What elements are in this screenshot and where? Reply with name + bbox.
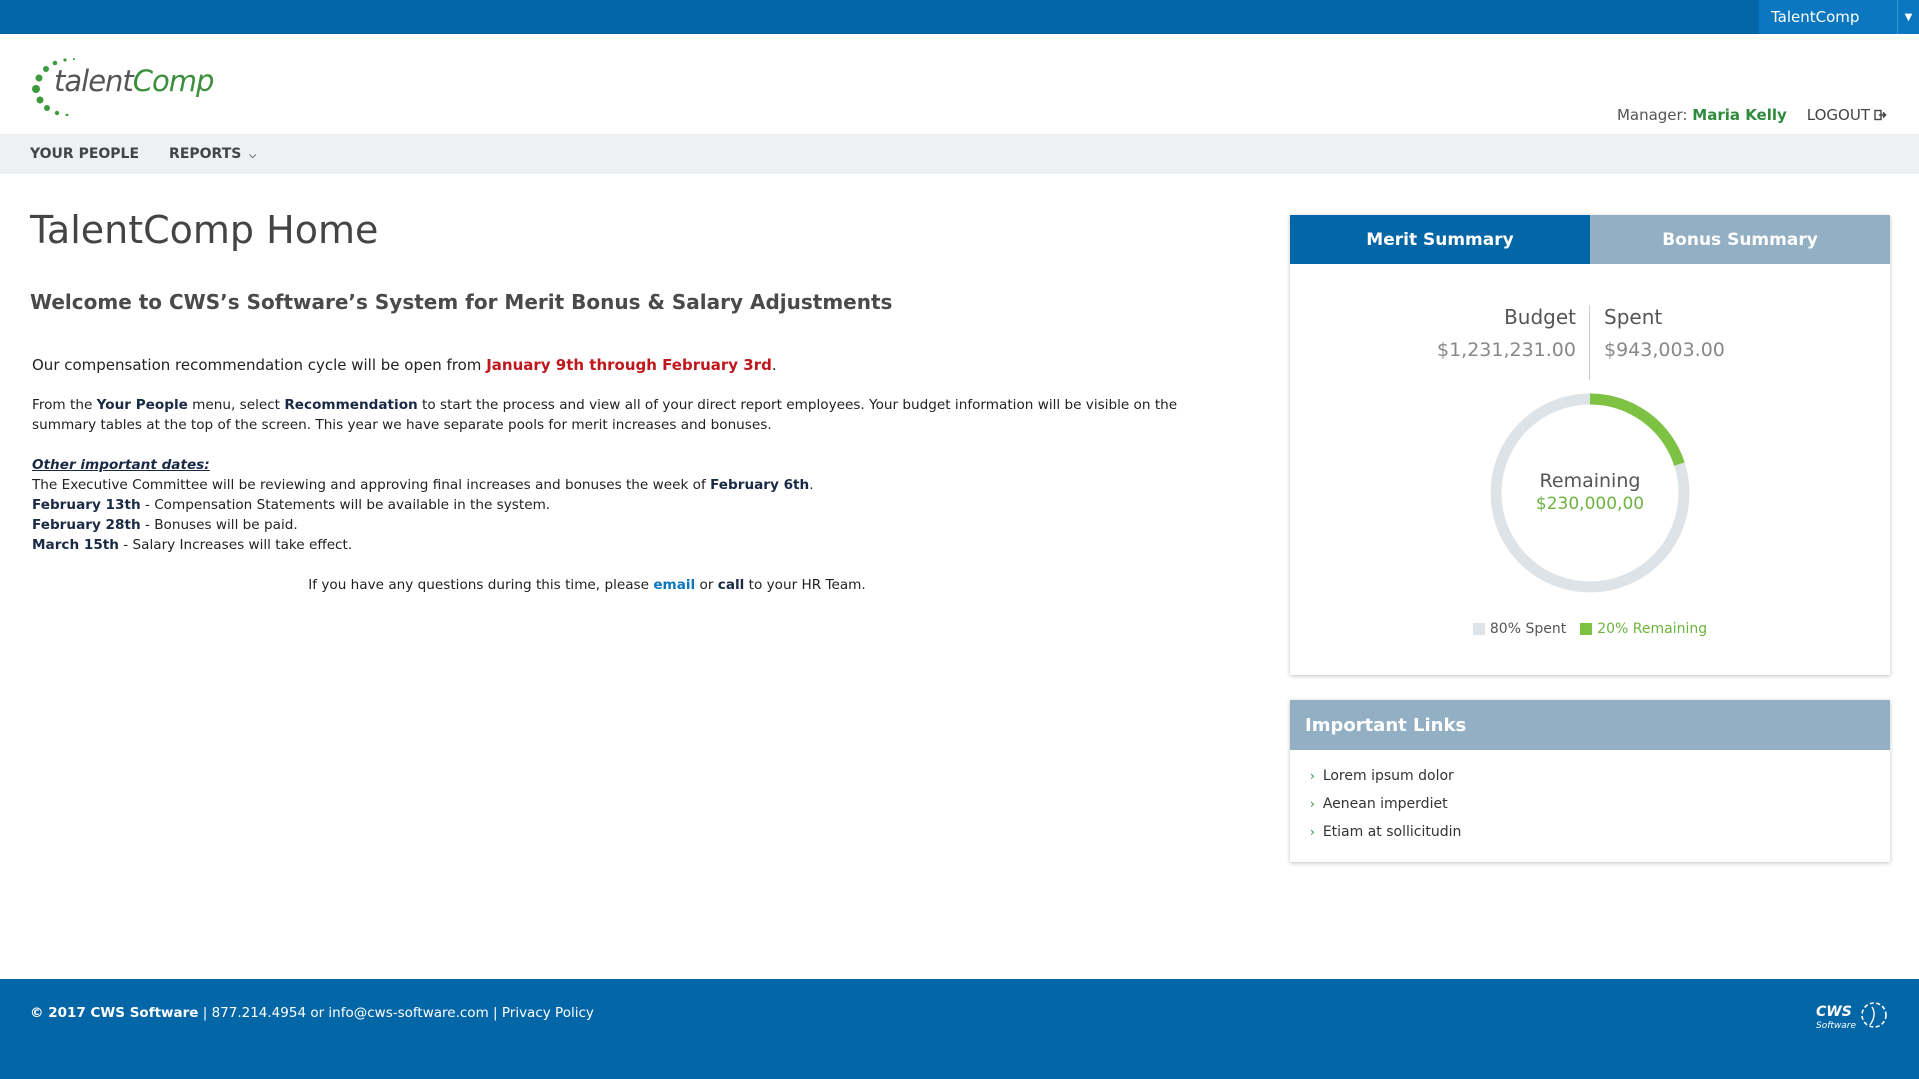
header-user-area: Manager: Maria Kelly LOGOUT [1617, 106, 1887, 124]
instr-your-people: Your People [96, 397, 188, 413]
donut-center-text: Remaining $230,000,00 [1489, 470, 1691, 514]
call-link[interactable]: call [718, 577, 745, 593]
dates-title: Other important dates: [32, 457, 210, 473]
date-2-text: - Bonuses will be paid. [140, 517, 298, 533]
summary-tabs: Merit Summary Bonus Summary [1290, 215, 1890, 264]
questions-suffix: to your HR Team. [744, 577, 866, 593]
header: talentComp Manager: Maria Kelly LOGOUT [0, 34, 1919, 134]
questions-or: or [695, 577, 718, 593]
questions-prefix: If you have any questions during this ti… [308, 577, 654, 593]
caret-down-icon[interactable]: ▼ [1897, 0, 1919, 34]
budget-block: Budget $1,231,231.00 [1437, 305, 1576, 361]
spent-value: $943,003.00 [1604, 339, 1725, 361]
date-3: March 15th [32, 537, 119, 553]
welcome-heading: Welcome to CWS’s Software’s System for M… [30, 290, 893, 314]
link-item[interactable]: › Aenean imperdiet [1310, 790, 1890, 818]
footer-logo-subtext: Software [1816, 1021, 1856, 1031]
footer-copyright: © 2017 CWS Software [30, 1005, 199, 1021]
tab-bonus-summary[interactable]: Bonus Summary [1590, 215, 1890, 264]
link-item-label: Aenean imperdiet [1322, 796, 1448, 812]
legend-spent: 80% Spent [1472, 621, 1567, 637]
date-2: February 28th [32, 517, 141, 533]
cycle-dates: January 9th through February 3rd [486, 356, 772, 374]
manager-name[interactable]: Maria Kelly [1692, 106, 1787, 124]
legend-remaining-label: 20% Remaining [1597, 621, 1708, 637]
logo-text-part1: talent [54, 64, 134, 98]
chevron-right-icon: › [1310, 825, 1315, 839]
important-dates: Other important dates: The Executive Com… [32, 455, 1182, 555]
date-line-1: February 13th - Compensation Statements … [32, 495, 1182, 515]
email-link[interactable]: email [653, 577, 695, 593]
footer: © 2017 CWS Software | 877.214.4954 or in… [0, 979, 1919, 1079]
date-3-text: - Salary Increases will take effect. [118, 537, 353, 553]
logout-button[interactable]: LOGOUT [1807, 106, 1887, 124]
footer-logo-text: CWS [1816, 1004, 1852, 1020]
chevron-right-icon: › [1310, 769, 1315, 783]
footer-text: © 2017 CWS Software | 877.214.4954 or in… [30, 1005, 594, 1021]
logo-text-part2: Comp [132, 64, 215, 98]
manager-info: Manager: Maria Kelly [1617, 106, 1787, 124]
intro-content: Our compensation recommendation cycle wi… [32, 355, 1182, 595]
instr-part2: menu, select [187, 397, 285, 413]
budget-divider [1589, 305, 1590, 380]
legend-spent-swatch [1472, 623, 1485, 635]
app-switcher[interactable]: TalentComp ▼ [1759, 0, 1919, 34]
important-links-card: Important Links › Lorem ipsum dolor › Ae… [1290, 700, 1890, 862]
top-bar: TalentComp ▼ [0, 0, 1919, 34]
link-item[interactable]: › Etiam at sollicitudin [1310, 818, 1890, 846]
legend-remaining-swatch [1580, 623, 1593, 635]
page-title: TalentComp Home [30, 208, 379, 252]
cws-software-logo-icon[interactable]: CWS Software [1814, 999, 1889, 1034]
footer-separator: | [198, 1005, 212, 1021]
remaining-label: Remaining [1539, 470, 1641, 492]
spent-label: Spent [1604, 305, 1663, 329]
cycle-text: Our compensation recommendation cycle wi… [32, 355, 1182, 375]
footer-separator: | [488, 1005, 502, 1021]
logo-wordmark[interactable]: talentComp [54, 64, 215, 98]
chevron-right-icon: › [1310, 797, 1315, 811]
instr-recommendation: Recommendation [284, 397, 418, 413]
footer-contact[interactable]: 877.214.4954 or info@cws-software.com [212, 1005, 489, 1021]
date-1-text: - Compensation Statements will be availa… [140, 497, 551, 513]
privacy-policy-link[interactable]: Privacy Policy [502, 1005, 594, 1021]
date-line-3: March 15th - Salary Increases will take … [32, 535, 1182, 555]
date-line-2: February 28th - Bonuses will be paid. [32, 515, 1182, 535]
important-links-list: › Lorem ipsum dolor › Aenean imperdiet ›… [1290, 750, 1890, 846]
link-item-label: Etiam at sollicitudin [1322, 824, 1462, 840]
summary-card: Merit Summary Bonus Summary Budget $1,23… [1290, 215, 1890, 675]
logout-label: LOGOUT [1806, 106, 1870, 124]
cycle-prefix: Our compensation recommendation cycle wi… [32, 356, 487, 374]
nav-item-reports[interactable]: REPORTS ⌵ [169, 146, 256, 162]
budget-label: Budget [1504, 305, 1576, 329]
spent-block: Spent $943,003.00 [1604, 305, 1725, 361]
budget-value: $1,231,231.00 [1436, 339, 1576, 361]
main-nav: YOUR PEOPLE REPORTS ⌵ [0, 134, 1919, 174]
nav-item-reports-label: REPORTS [169, 146, 242, 162]
donut-legend: 80% Spent 20% Remaining [1290, 621, 1890, 637]
legend-spent-label: 80% Spent [1489, 621, 1567, 637]
exec-suffix: . [809, 477, 814, 493]
nav-item-your-people[interactable]: YOUR PEOPLE [30, 146, 139, 162]
link-item-label: Lorem ipsum dolor [1322, 768, 1454, 784]
chevron-down-icon: ⌵ [249, 151, 257, 161]
cycle-suffix: . [771, 356, 777, 374]
exec-text: The Executive Committee will be reviewin… [32, 477, 711, 493]
date-1: February 13th [32, 497, 141, 513]
logout-icon [1874, 109, 1887, 121]
remaining-value: $230,000,00 [1535, 494, 1645, 514]
questions-line: If you have any questions during this ti… [32, 575, 1142, 595]
manager-label: Manager: [1616, 106, 1688, 124]
exec-committee-line: The Executive Committee will be reviewin… [32, 475, 1182, 495]
link-item[interactable]: › Lorem ipsum dolor [1310, 762, 1890, 790]
important-links-title: Important Links [1290, 700, 1890, 750]
exec-date: February 6th [710, 477, 810, 493]
tab-merit-summary[interactable]: Merit Summary [1290, 215, 1590, 264]
app-switcher-label: TalentComp [1771, 8, 1860, 26]
budget-spent-row: Budget $1,231,231.00 Spent $943,003.00 [1290, 305, 1890, 380]
instr-part1: From the [32, 397, 97, 413]
legend-remaining: 20% Remaining [1580, 621, 1707, 637]
instructions-text: From the Your People menu, select Recomm… [32, 395, 1182, 435]
